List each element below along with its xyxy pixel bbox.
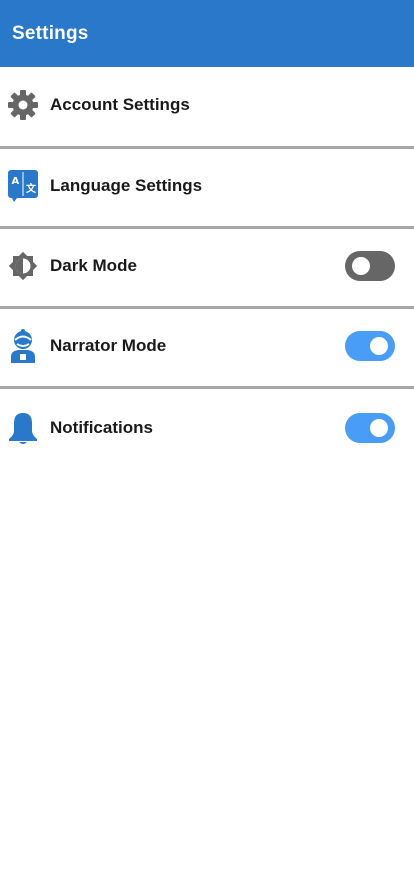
settings-list: Account Settings A 文 Language Settings D… [0,67,414,466]
narrator-icon [6,328,40,363]
settings-item-label: Narrator Mode [50,335,167,355]
bell-icon [6,411,40,445]
toggle-knob [352,256,370,275]
settings-item-notifications[interactable]: Notifications [0,389,414,466]
dark-mode-toggle[interactable] [345,250,395,281]
settings-item-label: Dark Mode [50,255,137,275]
page-title: Settings [12,22,89,44]
toggle-knob [370,418,388,437]
toggle-knob [370,336,388,355]
settings-item-dark-mode[interactable]: Dark Mode [0,229,414,309]
translate-icon: A 文 [6,169,40,203]
settings-screen: Settings Account Settings A 文 Language S… [0,0,414,896]
app-bar: Settings [0,0,414,67]
brightness-icon [6,249,40,283]
settings-item-label: Account Settings [50,94,190,114]
notifications-toggle[interactable] [345,412,395,443]
gear-icon [6,88,40,122]
settings-item-language[interactable]: A 文 Language Settings [0,149,414,229]
svg-text:A: A [12,176,20,187]
settings-item-narrator-mode[interactable]: Narrator Mode [0,309,414,389]
narrator-mode-toggle[interactable] [345,330,395,361]
settings-item-account[interactable]: Account Settings [0,67,414,149]
settings-item-label: Language Settings [50,175,203,195]
settings-item-label: Notifications [50,417,153,437]
svg-text:文: 文 [26,182,37,195]
